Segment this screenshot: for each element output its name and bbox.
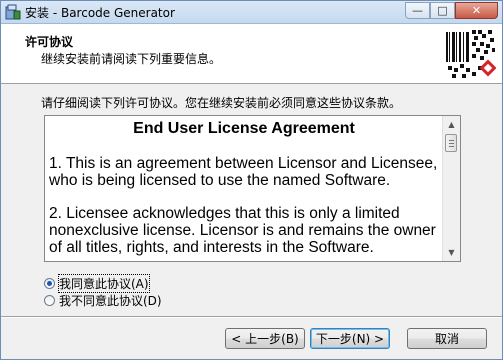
footer-divider bbox=[1, 316, 502, 318]
close-icon: ✕ bbox=[471, 4, 482, 17]
maximize-icon: □ bbox=[437, 4, 448, 17]
instruction-text: 请仔细阅读下列许可协议。您在继续安装前必须同意这些协议条款。 bbox=[41, 96, 402, 110]
minimize-icon: — bbox=[412, 4, 423, 17]
decline-label[interactable]: 我不同意此协议(D) bbox=[59, 292, 162, 309]
license-heading: End User License Agreement bbox=[133, 120, 355, 137]
installer-window: 安装 - Barcode Generator — □ ✕ 许可协议 继续安装前请… bbox=[0, 0, 503, 360]
wizard-header: 许可协议 继续安装前请阅读下列重要信息。 bbox=[1, 24, 502, 84]
title-bar[interactable]: 安装 - Barcode Generator — □ ✕ bbox=[1, 1, 502, 24]
license-content: End User License Agreement 1. This is an… bbox=[49, 116, 439, 261]
decline-radio[interactable] bbox=[44, 295, 55, 306]
accept-option[interactable]: 我同意此协议(A) bbox=[44, 274, 150, 293]
license-scrollbar[interactable]: ▲ ▼ bbox=[442, 116, 460, 261]
license-paragraph: 1. This is an agreement between Licensor… bbox=[49, 155, 438, 189]
scroll-down-arrow-icon[interactable]: ▼ bbox=[443, 244, 460, 261]
caption-buttons: — □ ✕ bbox=[405, 2, 498, 20]
installer-app-icon bbox=[5, 4, 21, 20]
close-button[interactable]: ✕ bbox=[455, 2, 498, 19]
license-paragraph: 2. Licensee acknowledges that this is on… bbox=[49, 205, 436, 256]
scroll-thumb[interactable] bbox=[445, 134, 457, 152]
page-subtitle: 继续安装前请阅读下列重要信息。 bbox=[41, 52, 222, 66]
scroll-up-arrow-icon[interactable]: ▲ bbox=[443, 116, 460, 133]
decline-option[interactable]: 我不同意此协议(D) bbox=[44, 292, 162, 309]
minimize-button[interactable]: — bbox=[405, 2, 430, 19]
back-button[interactable]: < 上一步(B) bbox=[225, 328, 305, 349]
license-textbox[interactable]: End User License Agreement 1. This is an… bbox=[44, 115, 461, 262]
page-title: 许可协议 bbox=[25, 35, 74, 49]
barcode-logo-icon bbox=[444, 28, 497, 80]
maximize-button[interactable]: □ bbox=[430, 2, 455, 19]
accept-label[interactable]: 我同意此协议(A) bbox=[58, 274, 150, 293]
cancel-button[interactable]: 取消 bbox=[407, 328, 487, 349]
window-title: 安装 - Barcode Generator bbox=[25, 6, 175, 20]
next-button[interactable]: 下一步(N) > bbox=[310, 328, 390, 349]
accept-radio[interactable] bbox=[44, 278, 55, 289]
